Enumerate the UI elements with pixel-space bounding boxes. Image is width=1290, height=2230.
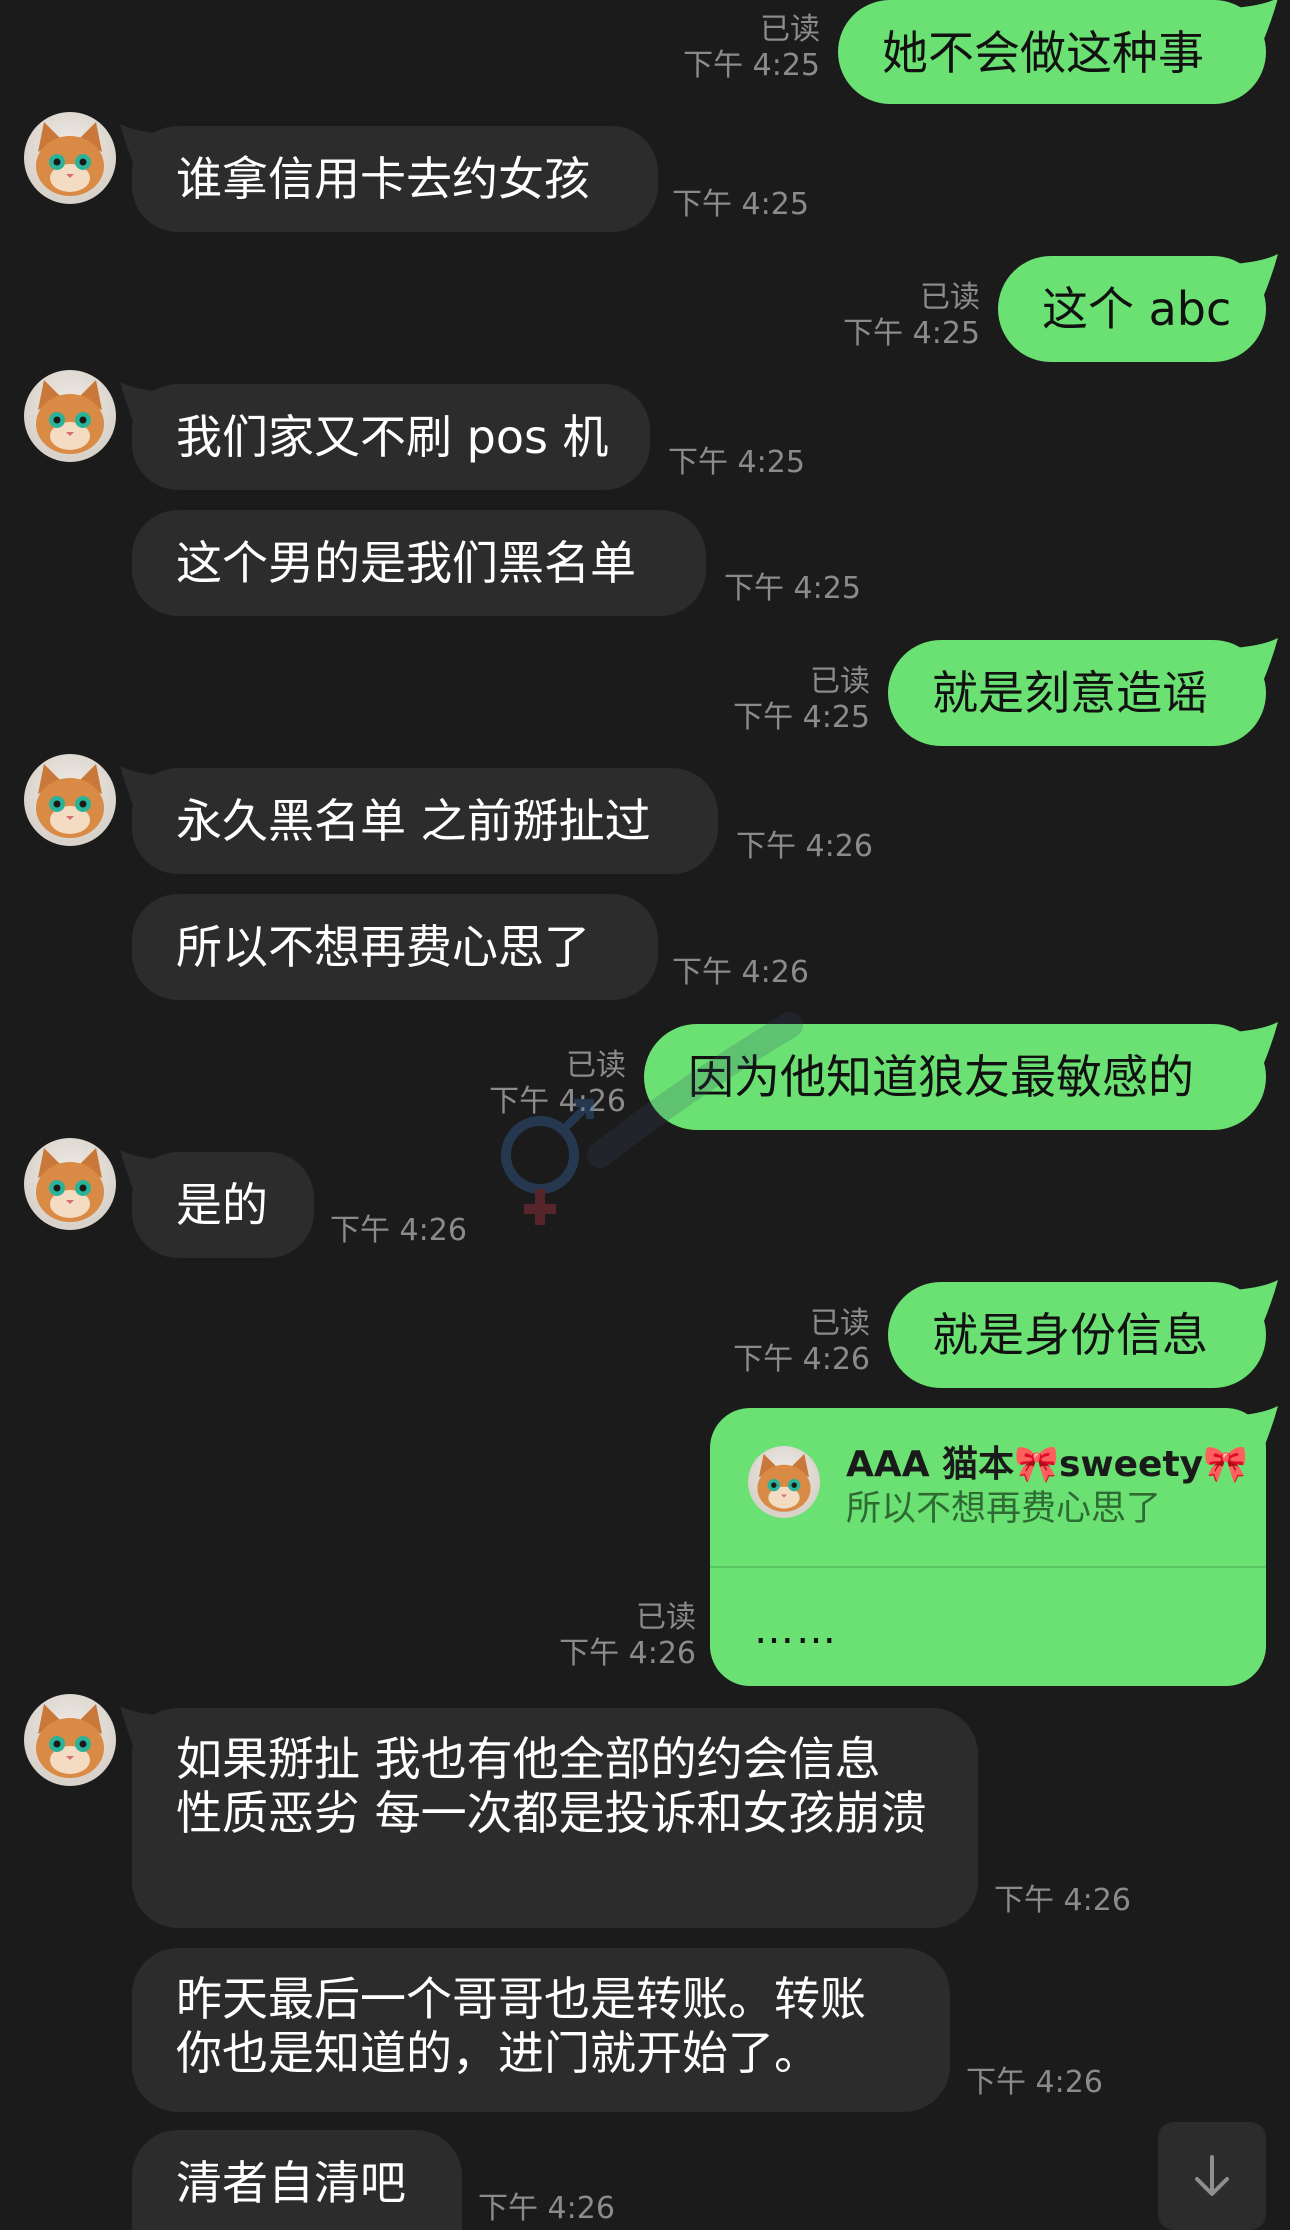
outgoing-message-bubble[interactable]: 因为他知道狼友最敏感的 xyxy=(644,1022,1278,1130)
message-text: 昨天最后一个哥哥也是转账。转账你也是知道的，进门就开始了。 xyxy=(176,1972,866,2080)
message-time: 下午 4:26 xyxy=(559,1636,696,1671)
bubble-tail-icon xyxy=(120,124,166,170)
message-time: 下午 4:26 xyxy=(966,2065,1103,2100)
message-time: 下午 4:26 xyxy=(478,2191,615,2226)
incoming-message-bubble[interactable]: 这个男的是我们黑名单 xyxy=(132,510,706,616)
message-time: 下午 4:26 xyxy=(736,829,873,864)
bubble-tail-icon xyxy=(1232,1280,1278,1326)
quoted-avatar xyxy=(748,1446,820,1518)
message-time: 下午 4:25 xyxy=(724,571,861,606)
bubble-tail-icon xyxy=(120,1150,166,1196)
incoming-message-bubble[interactable]: 所以不想再费心思了 xyxy=(132,894,658,1000)
scroll-to-bottom-button[interactable] xyxy=(1158,2122,1266,2230)
message-time: 下午 4:25 xyxy=(733,700,870,735)
outgoing-message-bubble[interactable]: 就是刻意造谣 xyxy=(888,638,1278,746)
message-meta: 已读 下午 4:25 xyxy=(843,280,980,352)
message-text: 她不会做这种事 xyxy=(882,26,1204,80)
outgoing-message-bubble[interactable]: 这个 abc xyxy=(998,254,1278,362)
message-meta: 已读 下午 4:25 xyxy=(733,664,870,736)
message-text: 这个男的是我们黑名单 xyxy=(176,536,636,590)
quoted-text: 所以不想再费心思了 xyxy=(846,1489,1162,1529)
cat-avatar-icon xyxy=(36,1704,104,1778)
message-text: 是的 xyxy=(176,1178,268,1232)
incoming-message-bubble[interactable]: 是的 xyxy=(120,1150,314,1258)
cat-avatar-icon xyxy=(36,122,104,196)
reply-divider xyxy=(710,1566,1266,1568)
contact-avatar[interactable] xyxy=(24,754,116,846)
message-text: 永久黑名单 之前掰扯过 xyxy=(176,794,651,848)
message-time: 下午 4:26 xyxy=(330,1213,467,1248)
message-text: …… xyxy=(754,1607,838,1653)
cat-avatar-icon xyxy=(36,380,104,454)
contact-avatar[interactable] xyxy=(24,370,116,462)
incoming-message-bubble[interactable]: 昨天最后一个哥哥也是转账。转账你也是知道的，进门就开始了。 xyxy=(132,1948,950,2112)
message-time: 下午 4:26 xyxy=(733,1342,870,1377)
quoted-sender-name: AAA 猫本🎀sweety🎀 xyxy=(846,1444,1248,1485)
message-text: 所以不想再费心思了 xyxy=(176,920,590,974)
incoming-message-bubble[interactable]: 我们家又不刷 pos 机 xyxy=(120,382,650,490)
arrow-down-icon xyxy=(1195,2155,1229,2196)
bubble-tail-icon xyxy=(1232,1022,1278,1068)
message-text: 就是刻意造谣 xyxy=(932,666,1208,720)
bubble-tail-icon xyxy=(1232,254,1278,300)
message-text: 就是身份信息 xyxy=(932,1308,1208,1362)
cat-avatar-icon xyxy=(757,1453,811,1512)
message-meta: 已读 下午 4:26 xyxy=(733,1306,870,1378)
message-meta: 已读 下午 4:26 xyxy=(559,1600,696,1672)
bubble-tail-icon xyxy=(120,382,166,428)
message-text: 如果掰扯 我也有他全部的约会信息 性质恶劣 每一次都是投诉和女孩崩溃 xyxy=(176,1732,927,1840)
message-meta: 已读 下午 4:25 xyxy=(683,12,820,84)
message-text: 这个 abc xyxy=(1042,282,1232,336)
reply-message-bubble[interactable]: AAA 猫本🎀sweety🎀 所以不想再费心思了 …… xyxy=(710,1406,1278,1686)
message-meta: 已读 下午 4:26 xyxy=(489,1048,626,1120)
message-time: 下午 4:26 xyxy=(994,1883,1131,1918)
bubble-tail-icon xyxy=(1232,0,1278,44)
read-status: 已读 xyxy=(636,1600,696,1635)
outgoing-message-bubble[interactable]: 就是身份信息 xyxy=(888,1280,1278,1388)
bubble-tail-icon xyxy=(1232,638,1278,684)
contact-avatar[interactable] xyxy=(24,1694,116,1786)
message-time: 下午 4:26 xyxy=(489,1084,626,1119)
cat-avatar-icon xyxy=(36,764,104,838)
read-status: 已读 xyxy=(810,664,870,699)
contact-avatar[interactable] xyxy=(24,112,116,204)
message-text: 清者自清吧 xyxy=(176,2156,406,2210)
incoming-message-bubble[interactable]: 清者自清吧 xyxy=(132,2130,462,2230)
contact-avatar[interactable] xyxy=(24,1138,116,1230)
message-time: 下午 4:25 xyxy=(668,445,805,480)
message-text: 因为他知道狼友最敏感的 xyxy=(688,1050,1194,1104)
message-text: 谁拿信用卡去约女孩 xyxy=(176,152,590,206)
read-status: 已读 xyxy=(760,12,820,47)
outgoing-message-bubble[interactable]: 她不会做这种事 xyxy=(838,0,1278,104)
incoming-message-bubble[interactable]: 永久黑名单 之前掰扯过 xyxy=(120,766,718,874)
incoming-message-bubble[interactable]: 如果掰扯 我也有他全部的约会信息 性质恶劣 每一次都是投诉和女孩崩溃 xyxy=(120,1706,978,1928)
bubble-tail-icon xyxy=(120,1706,166,1752)
message-time: 下午 4:25 xyxy=(843,316,980,351)
read-status: 已读 xyxy=(920,280,980,315)
incoming-message-bubble[interactable]: 谁拿信用卡去约女孩 xyxy=(120,124,658,232)
message-time: 下午 4:25 xyxy=(672,187,809,222)
message-time: 下午 4:26 xyxy=(672,955,809,990)
message-time: 下午 4:25 xyxy=(683,48,820,83)
cat-avatar-icon xyxy=(36,1148,104,1222)
read-status: 已读 xyxy=(566,1048,626,1083)
message-text: 我们家又不刷 pos 机 xyxy=(176,410,609,464)
read-status: 已读 xyxy=(810,1306,870,1341)
bubble-tail-icon xyxy=(120,766,166,812)
